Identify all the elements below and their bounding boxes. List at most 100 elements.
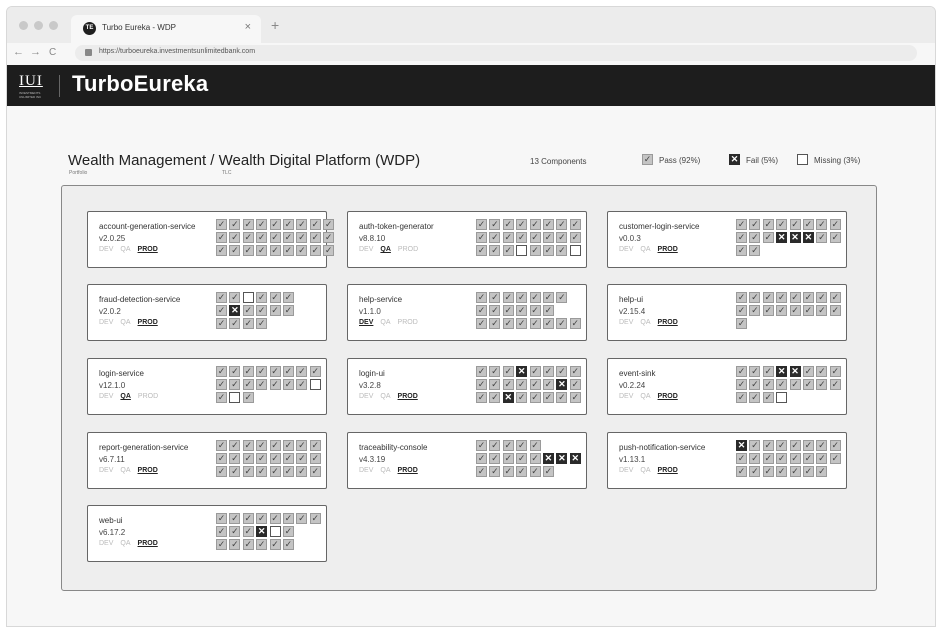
status-pass-icon[interactable]: ✓ bbox=[802, 292, 814, 303]
status-pass-icon[interactable]: ✓ bbox=[476, 440, 487, 451]
status-pass-icon[interactable]: ✓ bbox=[269, 453, 281, 464]
status-pass-icon[interactable]: ✓ bbox=[256, 292, 268, 303]
component-card[interactable]: event-sink v0.2.24 DEV QA PROD ✓ ✓ ✓ ✕ ✕ ✓ ✓ ✓ ✓ ✓ ✓ ✓ ✓ ✓… bbox=[607, 358, 847, 415]
status-fail-icon[interactable]: ✕ bbox=[229, 305, 241, 316]
status-pass-icon[interactable]: ✓ bbox=[736, 232, 747, 243]
status-pass-icon[interactable]: ✓ bbox=[282, 440, 294, 451]
status-pass-icon[interactable]: ✓ bbox=[242, 392, 254, 403]
component-card[interactable]: push-notification-service v1.13.1 DEV QA PRO… bbox=[607, 432, 847, 489]
status-pass-icon[interactable]: ✓ bbox=[516, 453, 528, 464]
forward-button[interactable]: → bbox=[30, 46, 41, 58]
status-pass-icon[interactable]: ✓ bbox=[282, 305, 294, 316]
status-pass-icon[interactable]: ✓ bbox=[242, 513, 254, 524]
status-pass-icon[interactable]: ✓ bbox=[489, 305, 501, 316]
status-pass-icon[interactable]: ✓ bbox=[296, 453, 308, 464]
status-pass-icon[interactable]: ✓ bbox=[269, 513, 281, 524]
status-missing-icon[interactable] bbox=[516, 245, 528, 256]
status-pass-icon[interactable]: ✓ bbox=[229, 539, 241, 550]
status-pass-icon[interactable]: ✓ bbox=[309, 245, 321, 256]
status-pass-icon[interactable]: ✓ bbox=[802, 366, 814, 377]
env-link-qa[interactable]: QA bbox=[120, 467, 130, 474]
status-pass-icon[interactable]: ✓ bbox=[489, 453, 501, 464]
status-pass-icon[interactable]: ✓ bbox=[736, 379, 747, 390]
status-pass-icon[interactable]: ✓ bbox=[309, 453, 321, 464]
env-link-dev[interactable]: DEV bbox=[619, 393, 633, 400]
status-pass-icon[interactable]: ✓ bbox=[476, 366, 487, 377]
status-pass-icon[interactable]: ✓ bbox=[242, 366, 254, 377]
status-pass-icon[interactable]: ✓ bbox=[829, 232, 841, 243]
status-pass-icon[interactable]: ✓ bbox=[816, 292, 828, 303]
status-pass-icon[interactable]: ✓ bbox=[569, 232, 581, 243]
status-pass-icon[interactable]: ✓ bbox=[736, 366, 747, 377]
status-pass-icon[interactable]: ✓ bbox=[502, 453, 514, 464]
new-tab-button[interactable]: + bbox=[271, 17, 279, 33]
env-link-dev[interactable]: DEV bbox=[359, 393, 373, 400]
status-pass-icon[interactable]: ✓ bbox=[282, 466, 294, 477]
status-pass-icon[interactable]: ✓ bbox=[516, 318, 528, 329]
env-link-prod[interactable]: PROD bbox=[138, 319, 158, 326]
status-pass-icon[interactable]: ✓ bbox=[489, 219, 501, 230]
env-link-qa[interactable]: QA bbox=[120, 540, 130, 547]
env-link-dev[interactable]: DEV bbox=[359, 319, 373, 326]
status-pass-icon[interactable]: ✓ bbox=[242, 539, 254, 550]
status-pass-icon[interactable]: ✓ bbox=[789, 379, 801, 390]
status-pass-icon[interactable]: ✓ bbox=[829, 305, 841, 316]
env-link-prod[interactable]: PROD bbox=[138, 540, 158, 547]
status-pass-icon[interactable]: ✓ bbox=[296, 366, 308, 377]
status-pass-icon[interactable]: ✓ bbox=[736, 453, 747, 464]
status-pass-icon[interactable]: ✓ bbox=[802, 379, 814, 390]
status-pass-icon[interactable]: ✓ bbox=[829, 440, 841, 451]
component-name[interactable]: event-sink bbox=[619, 369, 655, 378]
status-pass-icon[interactable]: ✓ bbox=[762, 453, 774, 464]
status-pass-icon[interactable]: ✓ bbox=[542, 245, 554, 256]
status-pass-icon[interactable]: ✓ bbox=[502, 305, 514, 316]
status-pass-icon[interactable]: ✓ bbox=[309, 466, 321, 477]
status-pass-icon[interactable]: ✓ bbox=[516, 292, 528, 303]
status-pass-icon[interactable]: ✓ bbox=[296, 379, 308, 390]
status-pass-icon[interactable]: ✓ bbox=[749, 392, 761, 403]
status-pass-icon[interactable]: ✓ bbox=[242, 379, 254, 390]
status-pass-icon[interactable]: ✓ bbox=[556, 232, 568, 243]
status-missing-icon[interactable] bbox=[229, 392, 241, 403]
status-pass-icon[interactable]: ✓ bbox=[296, 232, 308, 243]
component-name[interactable]: report-generation-service bbox=[99, 443, 188, 452]
status-pass-icon[interactable]: ✓ bbox=[256, 305, 268, 316]
status-pass-icon[interactable]: ✓ bbox=[476, 219, 487, 230]
status-pass-icon[interactable]: ✓ bbox=[256, 245, 268, 256]
status-pass-icon[interactable]: ✓ bbox=[829, 366, 841, 377]
status-pass-icon[interactable]: ✓ bbox=[269, 292, 281, 303]
status-pass-icon[interactable]: ✓ bbox=[542, 219, 554, 230]
env-link-prod[interactable]: PROD bbox=[398, 319, 418, 326]
component-card[interactable]: help-ui v2.15.4 DEV QA PROD ✓ ✓ ✓ ✓ ✓ ✓ ✓ ✓ ✓ ✓ ✓ ✓ ✓ ✓ ✓ ✓ ✓ bbox=[607, 284, 847, 341]
browser-tab[interactable]: TE Turbo Eureka - WDP × bbox=[71, 15, 261, 43]
status-pass-icon[interactable]: ✓ bbox=[762, 219, 774, 230]
status-pass-icon[interactable]: ✓ bbox=[736, 245, 747, 256]
status-pass-icon[interactable]: ✓ bbox=[516, 440, 528, 451]
status-pass-icon[interactable]: ✓ bbox=[476, 292, 487, 303]
status-pass-icon[interactable]: ✓ bbox=[736, 466, 747, 477]
status-pass-icon[interactable]: ✓ bbox=[256, 513, 268, 524]
env-link-dev[interactable]: DEV bbox=[99, 319, 113, 326]
status-pass-icon[interactable]: ✓ bbox=[556, 292, 568, 303]
status-pass-icon[interactable]: ✓ bbox=[476, 453, 487, 464]
status-pass-icon[interactable]: ✓ bbox=[269, 366, 281, 377]
status-pass-icon[interactable]: ✓ bbox=[749, 292, 761, 303]
status-pass-icon[interactable]: ✓ bbox=[242, 318, 254, 329]
status-pass-icon[interactable]: ✓ bbox=[816, 466, 828, 477]
status-pass-icon[interactable]: ✓ bbox=[282, 245, 294, 256]
status-pass-icon[interactable]: ✓ bbox=[569, 219, 581, 230]
env-link-prod[interactable]: PROD bbox=[658, 246, 678, 253]
env-link-dev[interactable]: DEV bbox=[99, 540, 113, 547]
status-pass-icon[interactable]: ✓ bbox=[762, 305, 774, 316]
component-name[interactable]: help-service bbox=[359, 295, 402, 304]
status-pass-icon[interactable]: ✓ bbox=[502, 318, 514, 329]
env-link-prod[interactable]: PROD bbox=[398, 393, 418, 400]
status-pass-icon[interactable]: ✓ bbox=[229, 513, 241, 524]
status-pass-icon[interactable]: ✓ bbox=[542, 379, 554, 390]
status-pass-icon[interactable]: ✓ bbox=[229, 292, 241, 303]
status-pass-icon[interactable]: ✓ bbox=[529, 292, 541, 303]
status-pass-icon[interactable]: ✓ bbox=[476, 318, 487, 329]
status-pass-icon[interactable]: ✓ bbox=[749, 245, 761, 256]
env-link-dev[interactable]: DEV bbox=[359, 467, 373, 474]
env-link-prod[interactable]: PROD bbox=[398, 246, 418, 253]
